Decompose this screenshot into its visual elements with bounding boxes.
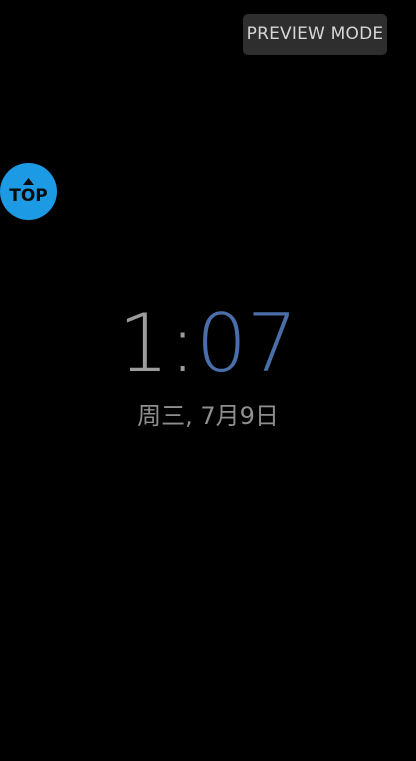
lock-screen-preview: PREVIEW MODE TOP 1:07 周三, 7月9日 — [0, 0, 416, 761]
preview-mode-badge[interactable]: PREVIEW MODE — [243, 14, 387, 55]
top-label: TOP — [9, 186, 48, 206]
scroll-to-top-button[interactable]: TOP — [0, 163, 57, 220]
clock-date: 周三, 7月9日 — [137, 402, 279, 430]
clock-separator: : — [169, 297, 197, 390]
clock-time: 1:07 — [0, 296, 416, 392]
clock-minutes: 07 — [196, 297, 298, 390]
clock-hours: 1 — [118, 297, 170, 390]
arrow-up-icon: TOP — [9, 178, 48, 206]
